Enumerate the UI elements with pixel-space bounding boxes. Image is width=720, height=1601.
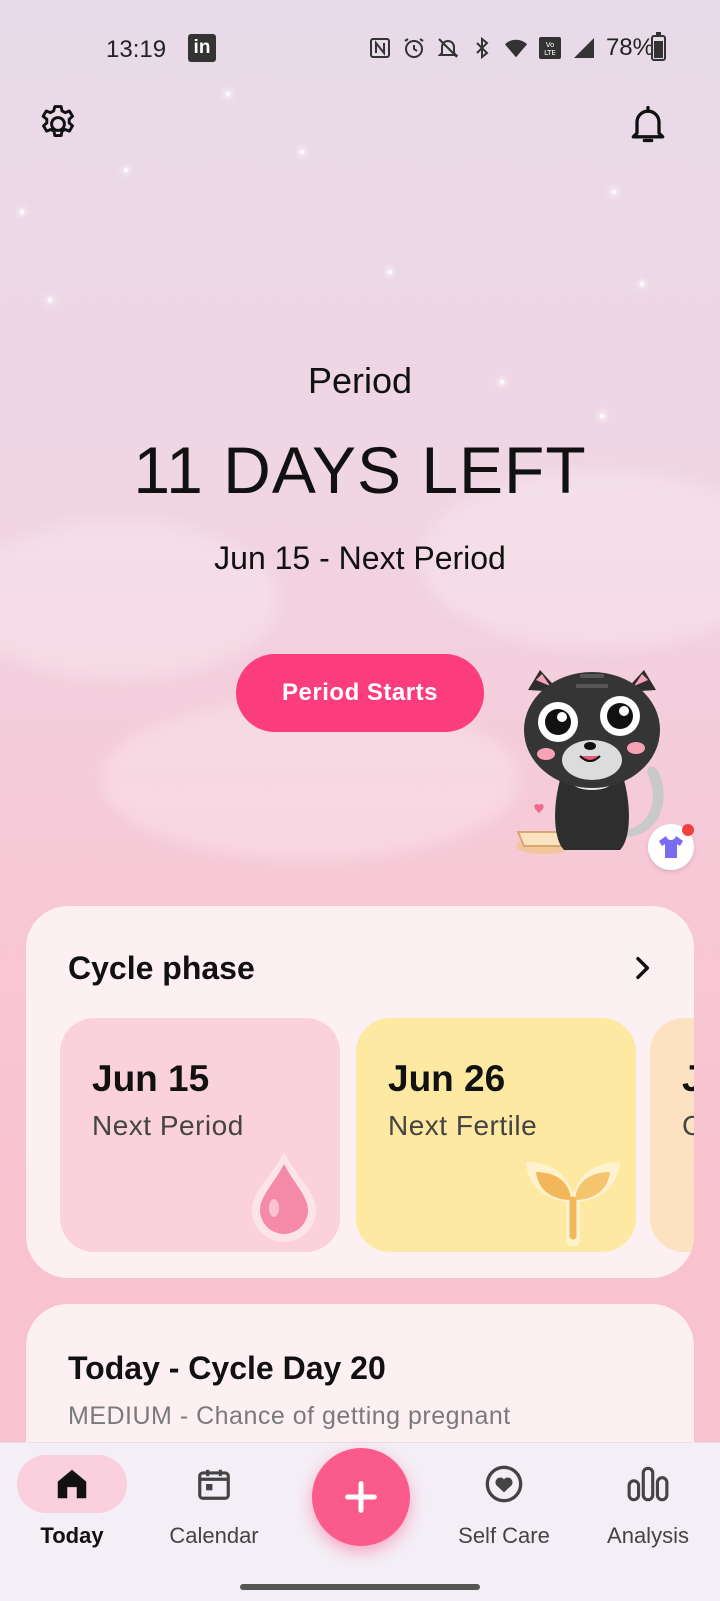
heart-circle-icon <box>485 1465 523 1503</box>
battery-percent: 78% <box>605 34 654 61</box>
home-indicator[interactable] <box>240 1584 480 1590</box>
outfit-button[interactable] <box>648 824 694 870</box>
battery-icon <box>651 32 666 61</box>
gear-icon <box>41 105 74 138</box>
svg-text:LTE: LTE <box>544 49 556 57</box>
settings-button[interactable] <box>34 100 82 148</box>
phase-date: Jun 15 <box>92 1058 210 1099</box>
tshirt-icon <box>659 836 683 858</box>
phase-name: C <box>682 1110 694 1141</box>
wifi-icon <box>504 36 528 60</box>
cycle-phase-title: Cycle phase <box>68 950 255 986</box>
nav-today[interactable]: Today <box>0 1443 144 1573</box>
drop-icon <box>252 1152 316 1242</box>
sprout-icon <box>526 1162 620 1246</box>
phase-card-next-fertile[interactable]: Jun 26 Next Fertile <box>356 1018 636 1252</box>
nav-label: Calendar <box>169 1523 259 1548</box>
bar-chart-icon <box>627 1466 669 1502</box>
bluetooth-icon <box>470 36 494 60</box>
signal-icon <box>572 36 596 60</box>
nav-label: Today <box>40 1523 104 1548</box>
volte-icon: Vo LTE <box>538 36 562 60</box>
notifications-button[interactable] <box>624 100 672 148</box>
period-starts-button[interactable]: Period Starts <box>236 654 484 732</box>
chevron-right-icon[interactable] <box>626 952 658 984</box>
linkedin-icon: in <box>188 34 216 62</box>
bell-icon <box>631 105 665 143</box>
nfc-icon <box>368 36 392 60</box>
phase-card-next[interactable]: J C <box>650 1018 694 1252</box>
calendar-icon <box>198 1469 230 1500</box>
status-bar: 13:19 in Vo LTE 78% <box>0 0 720 96</box>
nav-analysis[interactable]: Analysis <box>576 1443 720 1573</box>
phase-name: Next Period <box>92 1110 244 1141</box>
cycle-phase-card[interactable]: Cycle phase Jun 15 Next Period Jun 26 Ne… <box>26 906 694 1278</box>
phase-date: Jun 26 <box>388 1058 506 1099</box>
phase-card-next-period[interactable]: Jun 15 Next Period <box>60 1018 340 1252</box>
next-period-date: Jun 15 - Next Period <box>214 540 506 576</box>
status-time: 13:19 <box>106 36 167 63</box>
nav-label: Analysis <box>607 1523 689 1548</box>
days-left-countdown: 11 DAYS LEFT <box>133 433 587 507</box>
home-icon <box>57 1469 87 1499</box>
nav-self-care[interactable]: Self Care <box>432 1443 576 1573</box>
today-title: Today - Cycle Day 20 <box>68 1350 386 1386</box>
phase-label: Period <box>307 360 413 401</box>
phase-name: Next Fertile <box>388 1110 538 1141</box>
plus-icon <box>345 1481 377 1513</box>
nav-calendar[interactable]: Calendar <box>142 1443 286 1573</box>
nav-label: Self Care <box>458 1523 550 1548</box>
notification-dot <box>682 824 694 836</box>
add-button[interactable] <box>312 1448 410 1546</box>
mute-icon <box>436 36 460 60</box>
pregnancy-chance: MEDIUM - Chance of getting pregnant <box>68 1402 511 1430</box>
alarm-icon <box>402 36 426 60</box>
svg-text:Vo: Vo <box>546 41 555 49</box>
phase-date: J <box>682 1058 694 1099</box>
